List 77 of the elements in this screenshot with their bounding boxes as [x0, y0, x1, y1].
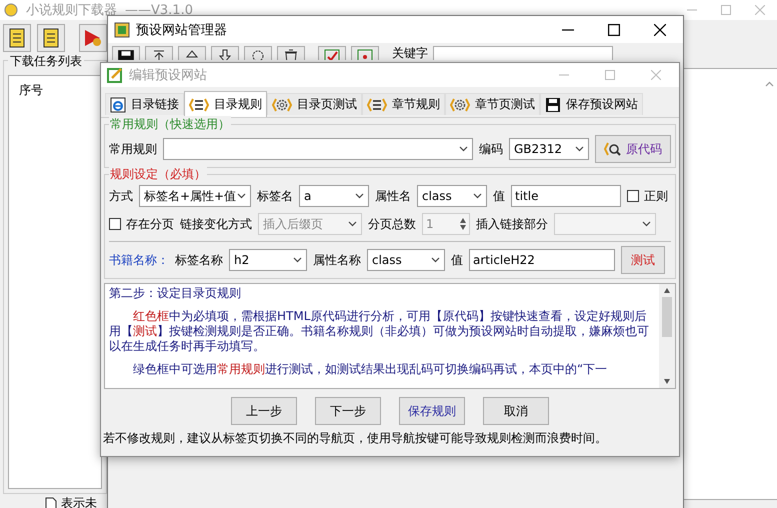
keyword-field[interactable] — [433, 46, 613, 60]
arrow-up-icon[interactable] — [178, 46, 206, 60]
help-paragraph: 红色框中为必填项，需根据HTML原代码进行分析，可用【原代码】按键快速查看，设定好规则后用【测试】按键检测规则是否正确。书籍名称规则（非必填）可做为预设网站时自动提取，嫌麻烦也可以在生成任务时再手动填写。 — [109, 309, 650, 354]
group-title: 规则设定（必填） — [109, 166, 207, 183]
field-label: 分页总数 — [368, 216, 416, 232]
value-field[interactable]: title — [511, 185, 621, 207]
maximize-button[interactable] — [608, 24, 620, 36]
rule-dropdown[interactable]: class — [417, 185, 487, 207]
status-text: 若不修改规则，建议从标签页切换不同的导航页，使用导航按键可能导致规则检测而浪费时间。 — [102, 430, 608, 447]
checkbox-label: 正则 — [644, 188, 668, 204]
document-icon — [45, 496, 57, 508]
window-title: 预设网站管理器 — [136, 22, 227, 38]
field-label: 值 — [451, 252, 463, 268]
field-label: 插入链接部分 — [476, 216, 548, 232]
help-paragraph: 绿色框中可选用常用规则进行测试，如测试结果出现乱码可切换编码再试，本页中的“下一 — [132, 362, 608, 377]
app-logo-icon — [4, 3, 18, 17]
square-icon[interactable] — [351, 46, 379, 60]
book-name-label: 书籍名称： — [109, 252, 169, 268]
rule-dropdown[interactable]: class — [367, 249, 445, 271]
tab[interactable]: 目录规则 — [184, 91, 267, 117]
field-label: 方式 — [109, 188, 133, 204]
scroll-up-icon[interactable] — [765, 81, 774, 87]
field-label: 编码 — [479, 140, 503, 158]
version-label: ——V3.1.0 — [125, 2, 193, 18]
magnifier-icon — [604, 141, 622, 157]
source-code-button[interactable]: 原代码 — [595, 135, 671, 163]
rule-dropdown[interactable]: 标签名+属性+值 — [139, 185, 251, 207]
arrow-up-icon[interactable] — [145, 46, 173, 60]
checkbox-label: 存在分页 — [126, 216, 174, 232]
rule-dropdown[interactable]: h2 — [229, 249, 307, 271]
column-header: 序号 — [18, 82, 44, 99]
field-label: 常用规则 — [109, 140, 157, 158]
field-label: 值 — [493, 188, 505, 204]
keyword-label: 关键字 — [392, 46, 428, 60]
dialog-button[interactable]: 上一步 — [231, 397, 297, 425]
notepad-icon[interactable] — [37, 24, 65, 52]
edit-icon — [107, 67, 123, 83]
spin-up-icon[interactable] — [460, 218, 466, 223]
list-icon — [189, 96, 209, 112]
trash-icon[interactable] — [277, 46, 305, 60]
list-icon — [367, 96, 387, 112]
notepad-icon[interactable] — [3, 24, 31, 52]
encoding-dropdown[interactable]: GB2312 — [509, 138, 589, 160]
tab[interactable]: 目录链接 — [105, 93, 184, 115]
dialog-title: 编辑预设网站 — [129, 67, 207, 84]
play-gear-icon[interactable] — [79, 24, 107, 52]
window-title: 小说规则下载器 — [26, 2, 117, 19]
tab[interactable]: 章节规则 — [362, 93, 445, 115]
arrow-down-icon[interactable] — [211, 46, 239, 60]
dialog-button[interactable]: 保存规则 — [399, 397, 465, 425]
app-logo-icon — [114, 22, 130, 38]
spin-down-icon[interactable] — [460, 225, 466, 230]
group-title: 下载任务列表 — [8, 53, 84, 70]
e-logo-icon — [110, 96, 126, 112]
scroll-down-icon[interactable] — [664, 379, 670, 384]
tab[interactable]: 目录页测试 — [267, 93, 362, 115]
scrollbar-thumb[interactable] — [662, 297, 672, 337]
value-field[interactable]: articleH22 — [469, 249, 615, 271]
field-label: 链接变化方式 — [180, 216, 252, 232]
check-icon[interactable] — [318, 46, 346, 60]
tab[interactable]: 章节页测试 — [445, 93, 540, 115]
rule-dropdown[interactable]: a — [299, 185, 369, 207]
test-button[interactable]: 测试 — [621, 246, 665, 274]
checkbox[interactable] — [627, 190, 639, 202]
help-paragraph: 第二步：设定目录页规则 — [109, 286, 242, 301]
checkbox[interactable] — [109, 218, 121, 230]
field-label: 标签名称 — [175, 252, 223, 268]
scroll-up-icon[interactable] — [664, 288, 670, 293]
close-button[interactable] — [654, 24, 666, 36]
dialog-button[interactable]: 下一步 — [315, 397, 381, 425]
field-label: 标签名 — [257, 188, 293, 204]
field-label: 属性名 — [375, 188, 411, 204]
tab[interactable]: 保存预设网站 — [540, 93, 643, 115]
dialog-button[interactable]: 取消 — [483, 397, 549, 425]
group-title: 常用规则（快速选用） — [109, 116, 231, 133]
scrollbar[interactable] — [659, 284, 675, 388]
field-label: 属性名称 — [313, 252, 361, 268]
